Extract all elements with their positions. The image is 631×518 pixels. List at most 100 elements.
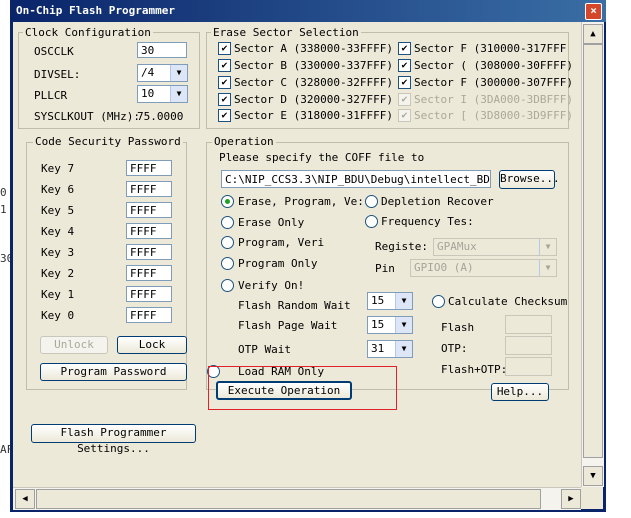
erase-program-verify-label: Erase, Program, Ve: bbox=[238, 195, 364, 208]
chevron-down-icon[interactable]: ▼ bbox=[395, 293, 412, 309]
divsel-select[interactable]: /4 ▼ bbox=[137, 64, 188, 82]
browse-button[interactable]: Browse... bbox=[499, 170, 560, 189]
key0-input[interactable]: FFFF bbox=[126, 307, 172, 323]
scroll-up-icon[interactable]: ▲ bbox=[583, 24, 603, 44]
chevron-down-icon: ▼ bbox=[539, 260, 556, 276]
otp-wait-label: OTP Wait bbox=[238, 343, 291, 356]
sector-i-checkbox: ✔ bbox=[398, 93, 411, 106]
program-password-button[interactable]: Program Password bbox=[40, 363, 187, 381]
dialog-client: Clock Configuration OSCCLK 30 DIVSEL: /4… bbox=[13, 22, 581, 487]
flash-otp-checksum-field bbox=[505, 357, 552, 376]
otp-wait-value: 31 bbox=[371, 342, 385, 355]
frequency-test-radio[interactable] bbox=[365, 215, 378, 228]
background-text: 30 bbox=[0, 252, 14, 265]
pin-label: Pin bbox=[375, 262, 395, 275]
sector-f-checkbox[interactable]: ✔ bbox=[398, 42, 411, 55]
background-text: 0 bbox=[0, 186, 7, 199]
sector-c-checkbox[interactable]: ✔ bbox=[218, 76, 231, 89]
background-text: 1 bbox=[0, 203, 7, 216]
calc-checksum-radio[interactable] bbox=[432, 295, 445, 308]
sector-a-checkbox[interactable]: ✔ bbox=[218, 42, 231, 55]
sector-f-label: Sector F (310000-317FFF bbox=[414, 42, 567, 55]
frequency-test-label: Frequency Tes: bbox=[381, 215, 474, 228]
key7-input[interactable]: FFFF bbox=[126, 160, 172, 176]
pin-select: GPIO0 (A) ▼ bbox=[410, 259, 557, 277]
pllcr-value: 10 bbox=[141, 87, 155, 100]
key1-input[interactable]: FFFF bbox=[126, 286, 172, 302]
key5-input[interactable]: FFFF bbox=[126, 202, 172, 218]
coff-prompt: Please specify the COFF file to bbox=[219, 151, 425, 164]
chevron-down-icon[interactable]: ▼ bbox=[170, 86, 187, 102]
divsel-value: /4 bbox=[141, 66, 155, 79]
key1-label: Key 1 bbox=[41, 288, 75, 301]
operation-title: Operation bbox=[212, 135, 276, 148]
sector-a-label: Sector A (338000-33FFFF) bbox=[234, 42, 393, 55]
osc-label: OSCCLK bbox=[34, 45, 74, 58]
vertical-scrollbar[interactable]: ▲ ▼ bbox=[581, 22, 604, 487]
random-wait-value: 15 bbox=[371, 294, 385, 307]
register-select: GPAMux ▼ bbox=[433, 238, 557, 256]
pllcr-select[interactable]: 10 ▼ bbox=[137, 85, 188, 103]
key6-input[interactable]: FFFF bbox=[126, 181, 172, 197]
flash-otp-checksum-label: Flash+OTP: bbox=[441, 363, 508, 376]
erase-program-verify-radio[interactable] bbox=[221, 195, 234, 208]
help-button[interactable]: Help... bbox=[491, 383, 549, 401]
sector-j-checkbox: ✔ bbox=[398, 109, 411, 122]
key5-label: Key 5 bbox=[41, 204, 75, 217]
key2-label: Key 2 bbox=[41, 267, 75, 280]
close-button[interactable]: × bbox=[585, 3, 602, 20]
program-only-radio[interactable] bbox=[221, 257, 234, 270]
pin-value: GPIO0 (A) bbox=[414, 261, 474, 274]
erase-only-label: Erase Only bbox=[238, 216, 305, 229]
sector-d-checkbox[interactable]: ✔ bbox=[218, 93, 231, 106]
otp-wait-select[interactable]: 31 ▼ bbox=[367, 340, 413, 358]
key4-label: Key 4 bbox=[41, 225, 75, 238]
scroll-down-icon[interactable]: ▼ bbox=[583, 466, 603, 486]
register-label: Registe: bbox=[375, 240, 428, 253]
sysclk-label: SYSCLKOUT (MHz): bbox=[34, 110, 140, 123]
sector-b-checkbox[interactable]: ✔ bbox=[218, 59, 231, 72]
sector-h-checkbox[interactable]: ✔ bbox=[398, 76, 411, 89]
pllcr-label: PLLCR bbox=[34, 89, 68, 102]
horizontal-scroll-thumb[interactable] bbox=[36, 489, 541, 509]
chevron-down-icon[interactable]: ▼ bbox=[395, 317, 412, 333]
verify-only-label: Verify On! bbox=[238, 279, 305, 292]
vertical-scroll-thumb[interactable] bbox=[583, 44, 603, 458]
chevron-down-icon[interactable]: ▼ bbox=[395, 341, 412, 357]
chevron-down-icon[interactable]: ▼ bbox=[170, 65, 187, 81]
horizontal-scrollbar[interactable]: ◀ ▶ bbox=[13, 487, 581, 510]
background-text: AF bbox=[0, 443, 14, 456]
erase-sector-title: Erase Sector Selection bbox=[211, 26, 361, 39]
flash-programmer-settings-button[interactable]: Flash Programmer Settings... bbox=[31, 424, 196, 455]
erase-only-radio[interactable] bbox=[221, 216, 234, 229]
sector-h-label: Sector F (300000-307FFF) bbox=[414, 76, 573, 89]
program-only-label: Program Only bbox=[238, 257, 318, 270]
register-value: GPAMux bbox=[437, 240, 477, 253]
divsel-label: DIVSEL: bbox=[34, 68, 81, 81]
key3-input[interactable]: FFFF bbox=[126, 244, 172, 260]
scroll-right-icon[interactable]: ▶ bbox=[561, 489, 581, 509]
page-wait-select[interactable]: 15 ▼ bbox=[367, 316, 413, 334]
osc-input[interactable]: 30 bbox=[137, 42, 187, 58]
coff-path-input[interactable]: C:\NIP_CCS3.3\NIP_BDU\Debug\intellect_BD… bbox=[221, 170, 491, 188]
sysclk-value: 75.0000 bbox=[137, 110, 184, 123]
key3-label: Key 3 bbox=[41, 246, 75, 259]
sector-g-checkbox[interactable]: ✔ bbox=[398, 59, 411, 72]
key0-label: Key 0 bbox=[41, 309, 75, 322]
execute-operation-button[interactable]: Execute Operation bbox=[216, 381, 352, 400]
key4-input[interactable]: FFFF bbox=[126, 223, 172, 239]
depletion-recover-radio[interactable] bbox=[365, 195, 378, 208]
lock-button[interactable]: Lock bbox=[117, 336, 187, 354]
scroll-left-icon[interactable]: ◀ bbox=[15, 489, 35, 509]
key6-label: Key 6 bbox=[41, 183, 75, 196]
sector-j-label: Sector [ (3D8000-3D9FFF) bbox=[414, 109, 573, 122]
chevron-down-icon: ▼ bbox=[539, 239, 556, 255]
calc-checksum-label: Calculate Checksum bbox=[448, 295, 568, 308]
sector-e-checkbox[interactable]: ✔ bbox=[218, 109, 231, 122]
verify-only-radio[interactable] bbox=[221, 279, 234, 292]
random-wait-select[interactable]: 15 ▼ bbox=[367, 292, 413, 310]
key2-input[interactable]: FFFF bbox=[126, 265, 172, 281]
unlock-button[interactable]: Unlock bbox=[40, 336, 108, 354]
sector-i-label: Sector I (3DA000-3DBFFF) bbox=[414, 93, 573, 106]
program-verify-radio[interactable] bbox=[221, 236, 234, 249]
